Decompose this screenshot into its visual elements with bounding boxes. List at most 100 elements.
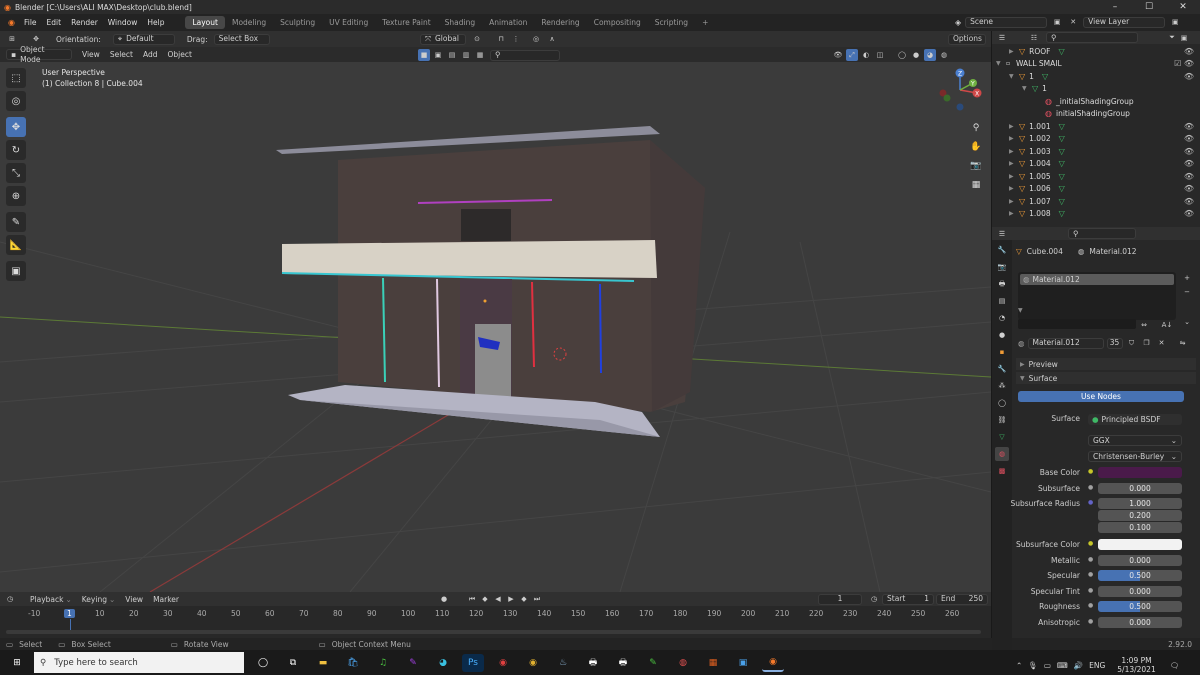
- volume-icon[interactable]: 🔊: [1074, 661, 1083, 670]
- menu-file[interactable]: File: [19, 18, 42, 27]
- display-mode-icon[interactable]: ☷: [1028, 32, 1040, 44]
- viewport-menu-view[interactable]: View: [82, 50, 100, 59]
- expand-arrow-icon[interactable]: ▶: [1009, 160, 1019, 167]
- neg-y-handle[interactable]: [943, 94, 951, 102]
- material-users-count[interactable]: 35: [1106, 337, 1123, 349]
- timeline-ruler[interactable]: -10 1 10 20 30 40 50 60 70 80 90 100 110 120 130 140 150…: [0, 606, 991, 638]
- preview-panel-header[interactable]: ▶ Preview: [1016, 358, 1196, 370]
- socket-icon[interactable]: ●: [1088, 540, 1093, 547]
- material-tab-icon[interactable]: ◍: [995, 447, 1009, 461]
- end-frame-field[interactable]: End 250: [936, 593, 988, 605]
- zoom-icon[interactable]: ⚲: [968, 120, 984, 136]
- perspective-grid-icon[interactable]: ▦: [968, 177, 984, 193]
- properties-editor-icon[interactable]: ☰: [996, 228, 1008, 240]
- outliner-row[interactable]: ▼ ▫ WALL SMAIL ☑ 👁: [992, 58, 1200, 71]
- notepad-icon[interactable]: ✎: [642, 654, 664, 672]
- eye-icon[interactable]: 👁: [1184, 47, 1194, 56]
- timeline-menu-view[interactable]: View: [125, 595, 143, 604]
- app-red-icon[interactable]: ◉: [492, 654, 514, 672]
- tab-compositing[interactable]: Compositing: [587, 16, 648, 29]
- maximize-button[interactable]: ☐: [1132, 0, 1166, 14]
- viewport-menu-object[interactable]: Object: [167, 50, 191, 59]
- camera-app-icon[interactable]: ◍: [672, 654, 694, 672]
- value-field[interactable]: 0.200: [1098, 510, 1182, 521]
- record-icon[interactable]: ●: [438, 593, 450, 605]
- properties-search[interactable]: ⚲: [1068, 228, 1136, 239]
- menu-render[interactable]: Render: [66, 18, 103, 27]
- close-button[interactable]: ✕: [1166, 0, 1200, 14]
- wireframe-shading-icon[interactable]: ◯: [896, 49, 908, 61]
- material-shading-icon[interactable]: ◕: [924, 49, 936, 61]
- transform-tool-icon[interactable]: ⊕: [6, 186, 26, 206]
- world-tab-icon[interactable]: ●: [995, 328, 1009, 342]
- sort-icon[interactable]: ⇔: [1138, 319, 1150, 331]
- options-dropdown[interactable]: Options: [948, 33, 986, 45]
- blender-taskbar-icon[interactable]: ◉: [762, 654, 784, 672]
- printer-icon[interactable]: 🖶: [582, 654, 604, 672]
- constraints-tab-icon[interactable]: ⛓: [995, 413, 1009, 427]
- outliner-row[interactable]: ▶ ▽ 1.004 ▽ 👁: [992, 158, 1200, 171]
- annotate-tool-icon[interactable]: ✎: [6, 212, 26, 232]
- preview-range-icon[interactable]: ◷: [868, 593, 880, 605]
- microphone-icon[interactable]: 🎙: [1028, 661, 1038, 670]
- tab-animation[interactable]: Animation: [482, 16, 534, 29]
- steam-icon[interactable]: ♨: [552, 654, 574, 672]
- scene-copy-icon[interactable]: ▣: [1051, 16, 1063, 28]
- outliner-row[interactable]: ▶ ▽ 1.001 ▽ 👁: [992, 120, 1200, 133]
- select-box-tool-icon[interactable]: ⬚: [6, 68, 26, 88]
- game-icon[interactable]: ▦: [702, 654, 724, 672]
- filter-icon[interactable]: ⏷: [1166, 32, 1178, 44]
- menu-edit[interactable]: Edit: [42, 18, 67, 27]
- value-field[interactable]: 0.000: [1098, 554, 1182, 566]
- menu-window[interactable]: Window: [103, 18, 143, 27]
- expand-arrow-icon[interactable]: ▶: [1009, 123, 1019, 130]
- navigation-gizmo[interactable]: Z X Y: [935, 65, 985, 115]
- outliner-row[interactable]: ▼ ▽ 1 ▽ 👁: [992, 70, 1200, 83]
- expand-arrow-icon[interactable]: ▶: [1009, 185, 1019, 192]
- photoshop-icon[interactable]: Ps: [462, 654, 484, 672]
- tab-uv-editing[interactable]: UV Editing: [322, 16, 375, 29]
- physics-tab-icon[interactable]: ◯: [995, 396, 1009, 410]
- eye-icon[interactable]: 👁: [1184, 197, 1194, 206]
- view-layer-selector[interactable]: View Layer: [1083, 16, 1166, 28]
- orientation-dropdown[interactable]: ⌖ Default: [112, 33, 175, 45]
- scale-tool-icon[interactable]: ⤡: [6, 163, 26, 183]
- material-slot[interactable]: ◍ Material.012: [1020, 274, 1174, 285]
- gizmo-toggle-icon[interactable]: ⤢: [846, 49, 858, 61]
- snap-icon[interactable]: ⊓: [495, 33, 507, 45]
- minimize-button[interactable]: –: [1098, 0, 1132, 14]
- jump-start-icon[interactable]: ⏮: [466, 593, 478, 605]
- material-name-field[interactable]: Material.012: [1027, 337, 1104, 349]
- clock[interactable]: 1:09 PM 5/13/2021: [1117, 656, 1155, 674]
- surface-panel-header[interactable]: ▼ Surface: [1016, 372, 1196, 384]
- sort-alpha-icon[interactable]: A↓: [1156, 319, 1178, 331]
- neg-z-handle[interactable]: [956, 103, 964, 111]
- object-mode-dropdown[interactable]: ▪ Object Mode: [6, 45, 72, 64]
- value-field[interactable]: 1.000: [1098, 498, 1182, 509]
- xray-icon[interactable]: ◫: [874, 49, 886, 61]
- expand-arrow-icon[interactable]: ▶: [1009, 148, 1019, 155]
- store-icon[interactable]: 🛍: [342, 654, 364, 672]
- outliner-row[interactable]: ▶ ▽ 1.003 ▽ 👁: [992, 145, 1200, 158]
- value-field[interactable]: 0.100: [1098, 522, 1182, 533]
- measure-tool-icon[interactable]: 📐: [6, 235, 26, 255]
- headset-icon[interactable]: ♫: [372, 654, 394, 672]
- timeline-editor-type-icon[interactable]: ◷: [4, 593, 16, 605]
- render-tab-icon[interactable]: 📷: [995, 260, 1009, 274]
- outliner-search[interactable]: ⚲: [1046, 32, 1138, 43]
- cortana-icon[interactable]: ◯: [252, 654, 274, 672]
- view-layer-copy-icon[interactable]: ▣: [1169, 16, 1181, 28]
- viewport-menu-add[interactable]: Add: [143, 50, 158, 59]
- expand-arrow-icon[interactable]: ▼: [1009, 73, 1019, 80]
- expand-arrow-icon[interactable]: ▶: [1009, 48, 1019, 55]
- eye-icon[interactable]: 👁: [1184, 184, 1194, 193]
- outliner-row[interactable]: ▶ ▽ ROOF ▽ 👁: [992, 45, 1200, 58]
- chrome-icon[interactable]: ◉: [522, 654, 544, 672]
- tab-scripting[interactable]: Scripting: [648, 16, 695, 29]
- value-field[interactable]: 0.000: [1098, 482, 1182, 494]
- eye-icon[interactable]: 👁: [1184, 134, 1194, 143]
- falloff-icon[interactable]: ∧: [546, 33, 558, 45]
- browse-material-icon[interactable]: ◍: [1018, 339, 1025, 348]
- slot-menu-icon[interactable]: ⌄: [1181, 316, 1193, 328]
- outliner-row[interactable]: ▶ ▽ 1.006 ▽ 👁: [992, 183, 1200, 196]
